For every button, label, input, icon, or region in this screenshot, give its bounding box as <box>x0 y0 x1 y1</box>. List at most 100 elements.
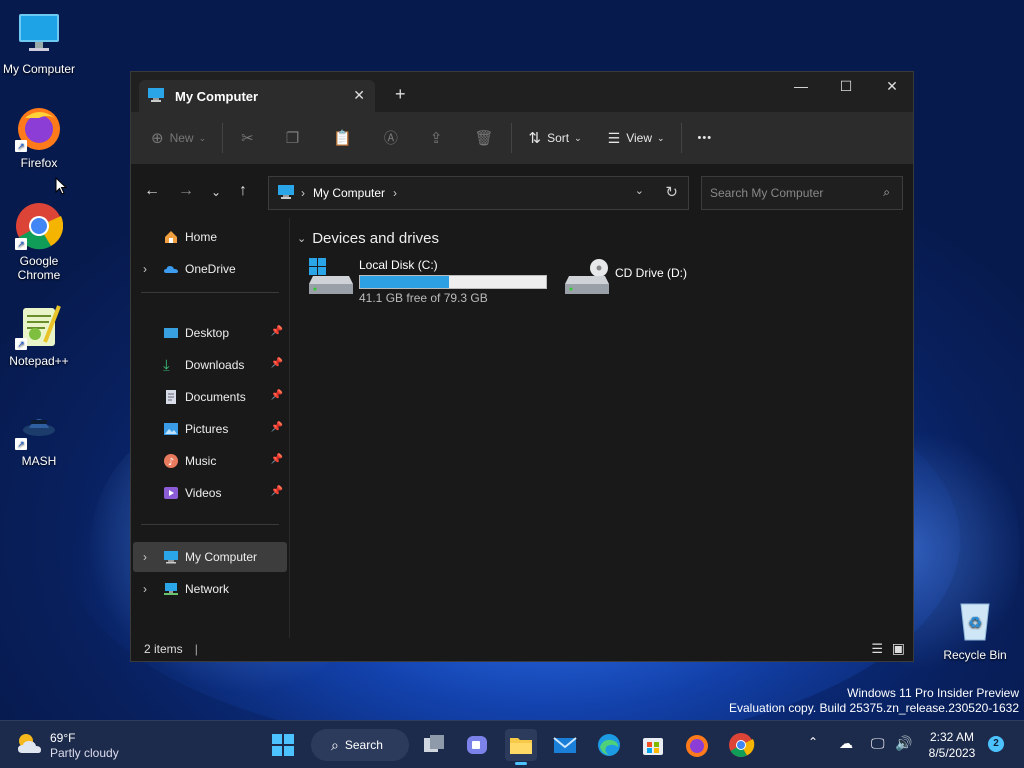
start-button[interactable] <box>267 729 299 761</box>
minimize-button[interactable]: — <box>778 72 824 102</box>
view-button[interactable]: ☰ View ⌄ <box>608 122 665 154</box>
status-bar: 2 items | ☰ ▣ <box>131 637 913 661</box>
search-input[interactable]: Search My Computer <box>710 186 823 200</box>
trash-icon: 🗑 <box>474 130 494 147</box>
desktop-icon-recycle-bin[interactable]: ♻ Recycle Bin <box>937 596 1013 662</box>
desktop-icon-my-computer[interactable]: My Computer <box>1 10 77 76</box>
chat-icon <box>467 736 487 754</box>
breadcrumb-my-computer[interactable]: My Computer <box>313 186 385 200</box>
sort-label: Sort <box>547 131 570 145</box>
sidebar-item-downloads[interactable]: ⤓ Downloads 📌 <box>133 350 287 380</box>
group-header-devices[interactable]: ⌄ Devices and drives <box>297 230 439 247</box>
sidebar-item-music[interactable]: ♪ Music 📌 <box>133 446 287 476</box>
delete-button[interactable]: 🗑 <box>474 122 493 154</box>
notification-badge[interactable]: 2 <box>988 736 1004 752</box>
item-count: 2 items <box>144 642 183 656</box>
clock-time: 2:32 AM <box>929 730 975 744</box>
sidebar-item-onedrive[interactable]: › OneDrive <box>133 254 287 284</box>
taskbar-mail[interactable] <box>549 729 581 761</box>
desktop-icon-chrome[interactable]: ↗ Google Chrome <box>1 202 77 282</box>
sidebar-item-label: Desktop <box>185 326 230 340</box>
more-options-button[interactable]: ••• <box>698 122 713 154</box>
clock[interactable]: 2:32 AM 8/5/2023 <box>922 729 982 761</box>
teams-chat-button[interactable] <box>461 729 493 761</box>
rename-icon: Ⓐ <box>383 130 398 146</box>
drive-cd-d[interactable]: CD Drive (D:) <box>565 258 687 294</box>
large-icons-view-button[interactable]: ▣ <box>892 640 905 657</box>
rename-button[interactable]: Ⓐ <box>384 122 398 154</box>
copy-button[interactable]: ❐ <box>286 122 299 154</box>
taskbar-file-explorer[interactable] <box>505 729 537 765</box>
weather-widget[interactable]: 69°F Partly cloudy <box>14 729 119 762</box>
onedrive-tray-button[interactable]: ☁ <box>839 735 853 752</box>
forward-button[interactable]: → <box>178 182 194 200</box>
view-list-icon: ☰ <box>607 129 621 146</box>
desktop-icon-firefox[interactable]: ↗ Firefox <box>1 104 77 170</box>
recent-locations-button[interactable]: ⌄ <box>211 185 221 199</box>
drive-name: CD Drive (D:) <box>615 266 687 280</box>
share-button[interactable]: ⇪ <box>430 122 443 154</box>
sidebar-item-documents[interactable]: Documents 📌 <box>133 382 287 412</box>
evaluation-watermark: Windows 11 Pro Insider Preview Evaluatio… <box>729 686 1019 716</box>
pin-icon: 📌 <box>270 422 283 433</box>
sidebar-item-my-computer[interactable]: › My Computer <box>133 542 287 572</box>
task-view-button[interactable] <box>418 729 450 761</box>
details-view-button[interactable]: ☰ <box>871 641 883 657</box>
network-tray-button[interactable]: 🖵 <box>871 735 885 752</box>
new-button[interactable]: ⊕ New ⌄ <box>151 122 206 154</box>
sidebar-item-desktop[interactable]: Desktop 📌 <box>133 318 287 348</box>
up-button[interactable]: ↑ <box>239 182 247 200</box>
taskbar-firefox[interactable] <box>681 729 713 761</box>
show-hidden-icons-button[interactable]: ⌃ <box>808 735 818 749</box>
arrow-right-icon: → <box>178 182 194 199</box>
monitor-icon <box>163 549 179 565</box>
paste-button[interactable]: 📋 <box>333 122 352 154</box>
scissors-icon: ✂ <box>241 130 254 147</box>
maximize-button[interactable]: ☐ <box>823 72 869 102</box>
sidebar-item-home[interactable]: Home <box>133 222 287 252</box>
cut-button[interactable]: ✂ <box>241 122 254 154</box>
drive-local-disk-c[interactable]: Local Disk (C:) 41.1 GB free of 79.3 GB <box>309 258 547 305</box>
taskbar-edge[interactable] <box>593 729 625 761</box>
monitor-icon <box>15 10 63 58</box>
sort-button[interactable]: ⇅ Sort ⌄ <box>528 122 581 154</box>
sidebar-item-label: Home <box>185 230 218 244</box>
notepad-plus-plus-icon: ↗ <box>15 302 63 350</box>
close-window-button[interactable]: ✕ <box>869 72 915 102</box>
sort-arrows-icon: ⇅ <box>528 130 542 147</box>
breadcrumb-chevron-icon[interactable]: › <box>393 186 397 200</box>
chrome-icon: ↗ <box>15 202 64 250</box>
pane-splitter[interactable] <box>289 218 290 638</box>
taskbar-search[interactable]: ⌕ Search <box>311 729 409 761</box>
refresh-button[interactable]: ↻ <box>665 183 678 201</box>
sidebar-item-label: Videos <box>185 486 222 500</box>
taskbar-store[interactable] <box>637 729 669 761</box>
expand-chevron-icon: › <box>143 550 147 564</box>
active-app-indicator <box>515 762 527 765</box>
search-box[interactable]: Search My Computer ⌕ <box>701 176 903 210</box>
tab-close-button[interactable]: ✕ <box>353 87 365 104</box>
download-arrow-icon: ⤓ <box>163 357 170 374</box>
sidebar-item-label: Documents <box>185 390 246 404</box>
sidebar-item-videos[interactable]: Videos 📌 <box>133 478 287 508</box>
toolbar-separator <box>680 123 682 153</box>
taskbar-chrome[interactable] <box>725 729 757 761</box>
back-button[interactable]: ← <box>144 182 160 200</box>
desktop-icon-mash[interactable]: ↗ MASH <box>1 402 77 468</box>
sidebar-item-network[interactable]: › Network <box>133 574 287 604</box>
address-dropdown-button[interactable]: ⌄ <box>635 184 644 197</box>
address-bar[interactable]: › My Computer › ⌄ ↻ <box>268 176 689 210</box>
desktop-icon-notepadpp[interactable]: ↗ Notepad++ <box>1 302 77 368</box>
view-label: View <box>626 131 652 145</box>
taskbar-search-label: Search <box>344 738 383 752</box>
network-monitor-icon: 🖵 <box>871 735 885 751</box>
new-tab-button[interactable]: + <box>395 84 406 105</box>
sidebar-item-pictures[interactable]: Pictures 📌 <box>133 414 287 444</box>
sidebar-item-label: My Computer <box>185 550 258 564</box>
pin-icon: 📌 <box>270 454 283 465</box>
clipboard-icon: 📋 <box>333 130 352 147</box>
chrome-icon <box>729 733 755 758</box>
network-icon <box>163 581 179 597</box>
tab-my-computer[interactable]: My Computer ✕ <box>139 80 375 112</box>
volume-tray-button[interactable]: 🔊 <box>895 735 912 752</box>
